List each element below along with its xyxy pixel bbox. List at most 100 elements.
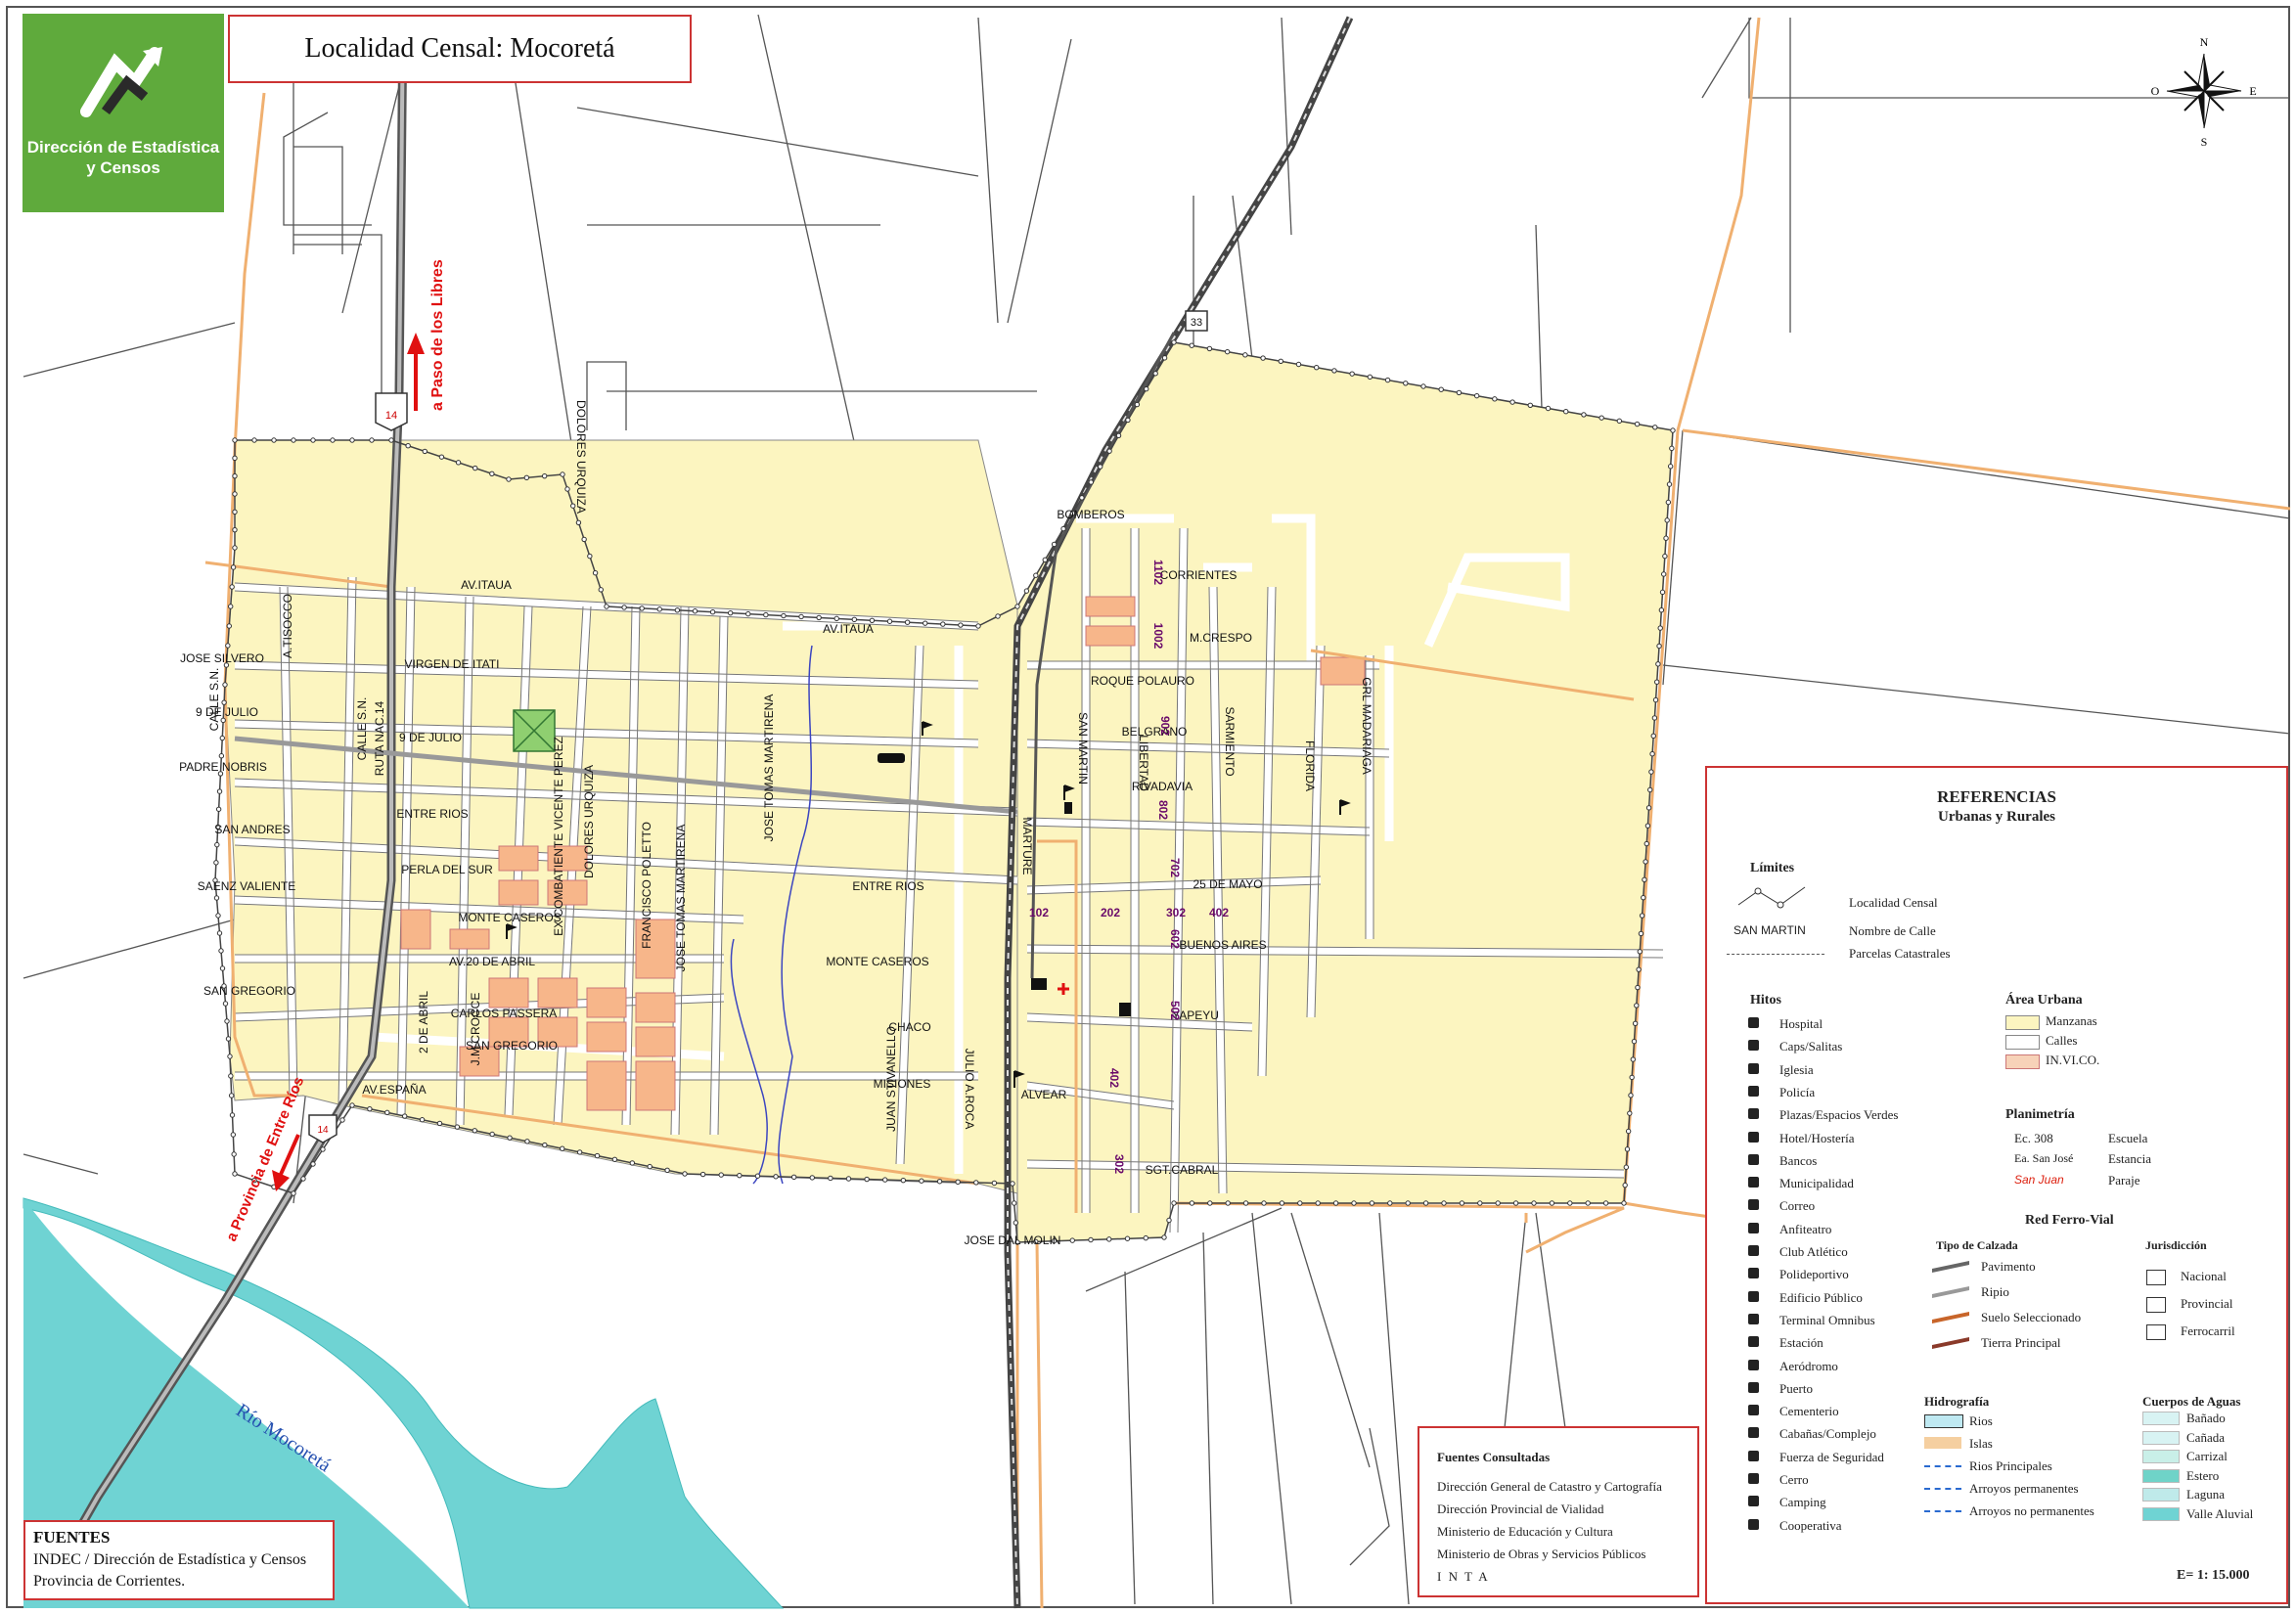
street-label: CORRIENTES xyxy=(1160,568,1238,582)
boundary-dot xyxy=(1654,679,1660,685)
boundary-dot xyxy=(222,1001,229,1007)
boundary-dot xyxy=(1648,769,1654,775)
boundary-dot xyxy=(1115,432,1122,438)
legend-area-1: Manzanas xyxy=(2046,1013,2097,1028)
hito-label: Estación xyxy=(1779,1335,1823,1351)
street-label: BELGRANO xyxy=(1122,725,1188,739)
hito-label: Fuerza de Seguridad xyxy=(1779,1449,1884,1464)
hidro-label: Rios Principales xyxy=(1969,1458,2052,1473)
boundary-dot xyxy=(436,1120,443,1127)
boundary-dot xyxy=(1315,1200,1321,1206)
street-label: SAN MARTIN xyxy=(1076,712,1090,785)
boundary-dot xyxy=(592,570,599,576)
boundary-dot xyxy=(1011,1200,1017,1206)
hito-label: Bancos xyxy=(1779,1152,1818,1168)
street-label: PADRE NOBRIS xyxy=(179,760,267,774)
boundary-dot xyxy=(882,1177,888,1183)
source-item-5: I N T A xyxy=(1437,1569,1490,1584)
boundary-dot xyxy=(1624,1146,1631,1152)
hito-icon xyxy=(1748,1199,1759,1211)
boundary-dot xyxy=(251,437,257,443)
street-label: ALVEAR xyxy=(1021,1088,1067,1101)
boundary-dot xyxy=(454,1124,461,1130)
boundary-dot xyxy=(1660,571,1667,577)
boundary-dot xyxy=(1632,1020,1639,1026)
hito-label: Cooperativa xyxy=(1779,1517,1842,1533)
sources-box: Fuentes Consultadas Dirección General de… xyxy=(1418,1426,1699,1597)
boundary-dot xyxy=(1647,786,1653,793)
boundary-dot xyxy=(1666,481,1673,487)
compass-o: O xyxy=(2151,84,2160,98)
legend-planimetria-heading: Planimetría xyxy=(2005,1107,2075,1122)
boundary-dot xyxy=(919,1178,924,1184)
boundary-dot xyxy=(886,618,893,624)
boundary-dot xyxy=(1166,1217,1172,1224)
boundary-dot xyxy=(940,621,946,627)
boundary-dot xyxy=(1295,361,1302,368)
hito-icon xyxy=(1748,1381,1759,1393)
hito-label: Polideportivo xyxy=(1779,1267,1849,1282)
boundary-dot xyxy=(222,682,228,688)
boundary-dot xyxy=(1663,535,1669,541)
hito-icon xyxy=(1748,1177,1759,1188)
hito-icon xyxy=(1748,1290,1759,1302)
legend-cuerpos-heading: Cuerpos de Aguas xyxy=(2142,1394,2241,1409)
calzada-label: Suelo Seleccionado xyxy=(1981,1310,2082,1324)
boundary-dot xyxy=(576,1149,583,1155)
boundary-dot xyxy=(1664,517,1670,523)
boundary-dot xyxy=(1512,1200,1519,1206)
hito-icon xyxy=(1748,1222,1759,1233)
boundary-dot xyxy=(1438,386,1444,392)
boundary-dot xyxy=(1563,409,1569,415)
logo-text-line2: y Censos xyxy=(86,158,160,177)
boundary-dot xyxy=(1634,1003,1640,1009)
legend-limit-3: Parcelas Catastrales xyxy=(1849,946,1951,961)
boundary-dot xyxy=(472,1128,477,1134)
boundary-dot xyxy=(674,607,681,613)
boundary-dot xyxy=(225,643,231,649)
boundary-dot xyxy=(594,1152,601,1159)
boundary-dot xyxy=(1143,1234,1148,1241)
boundary-dot xyxy=(1331,368,1337,374)
boundary-dot xyxy=(541,472,548,479)
boundary-dot xyxy=(1509,399,1515,405)
boundary-dot xyxy=(745,610,751,617)
scale-text: E= 1: 15.000 xyxy=(2177,1568,2250,1583)
street-label: BUENOS AIRES xyxy=(1179,938,1266,952)
radio-number: 302 xyxy=(1112,1154,1126,1174)
street-label: FRANCISCO POLETTO xyxy=(640,822,653,949)
street-label: JOSE TOMAS MARTIRENA xyxy=(762,695,776,842)
street-label: FLORIDA xyxy=(1303,740,1317,791)
radio-number: 202 xyxy=(1101,906,1120,919)
hidro-label: Arroyos permanentes xyxy=(1969,1481,2079,1496)
parcel-line-icon xyxy=(1727,954,1824,955)
radio-number: 402 xyxy=(1209,906,1229,919)
boundary-dot xyxy=(232,491,238,497)
boundary-dot xyxy=(1014,604,1020,609)
boundary-dot xyxy=(218,948,224,954)
hidro-icon xyxy=(1924,1414,1963,1428)
street-label: 2 DE ABRIL xyxy=(417,991,430,1054)
fuentes-line-2: Provincia de Corrientes. xyxy=(33,1573,186,1590)
hito-icon xyxy=(1748,1062,1759,1074)
boundary-dot xyxy=(231,1151,237,1157)
boundary-dot xyxy=(224,1018,230,1024)
boundary-dot xyxy=(1638,930,1644,937)
logo-icon xyxy=(80,47,162,117)
boundary-dot xyxy=(1124,1235,1131,1241)
boundary-dot xyxy=(1495,1200,1501,1206)
boundary-dot xyxy=(1260,355,1266,361)
hito-icon xyxy=(1748,1131,1759,1143)
street-label: A.TISOCCO xyxy=(281,594,294,658)
boundary-dot xyxy=(1622,1182,1628,1188)
boundary-dot xyxy=(1088,479,1094,485)
arrow-north: a Paso de los Libres xyxy=(407,259,446,411)
boundary-dot xyxy=(216,788,223,794)
source-item-2: Dirección Provincial de Vialidad xyxy=(1437,1502,1604,1516)
boundary-dot xyxy=(604,604,609,609)
calzada-icon xyxy=(1932,1336,1969,1350)
hito-label: Terminal Omnibus xyxy=(1779,1312,1875,1327)
boundary-dot xyxy=(1161,1234,1167,1240)
hito-icon xyxy=(1748,1313,1759,1324)
hito-label: Edificio Público xyxy=(1779,1289,1863,1305)
